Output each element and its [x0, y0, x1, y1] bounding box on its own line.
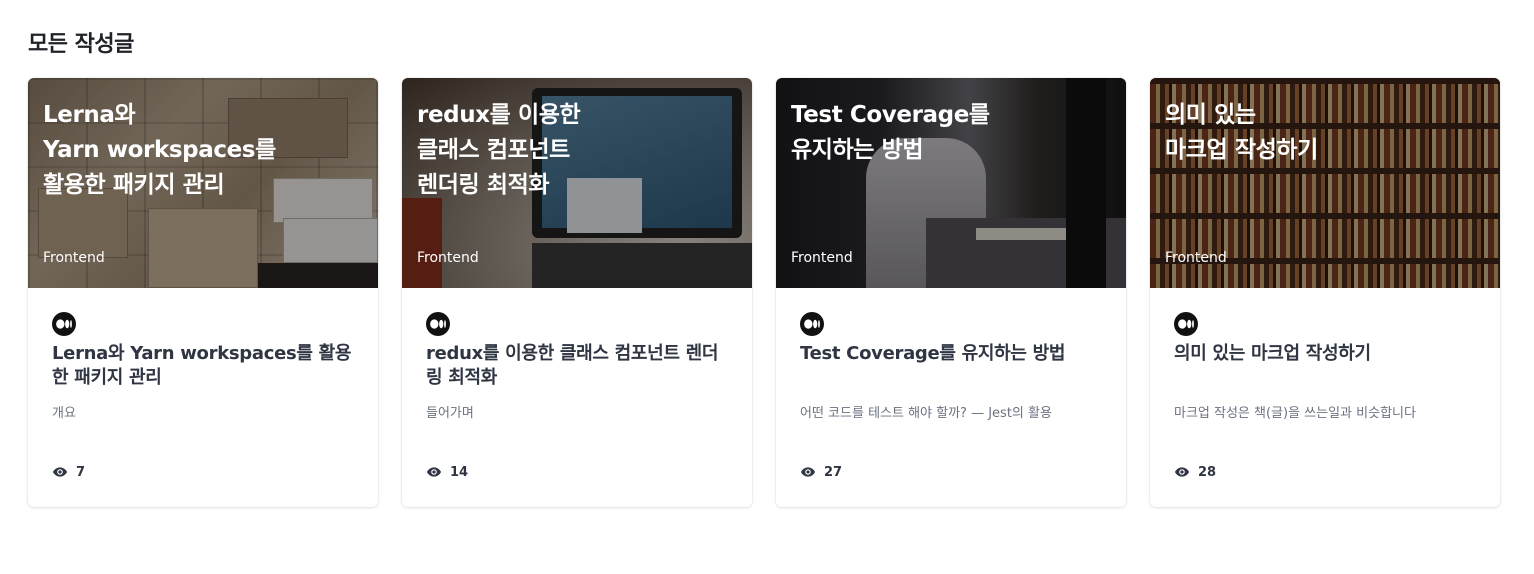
- view-count: 27: [800, 464, 842, 480]
- post-thumbnail[interactable]: Lerna와 Yarn workspaces를 활용한 패키지 관리 Front…: [28, 78, 378, 288]
- thumbnail-title: 의미 있는 마크업 작성하기: [1165, 102, 1318, 163]
- post-title[interactable]: 의미 있는 마크업 작성하기: [1174, 342, 1476, 366]
- post-card[interactable]: 의미 있는 마크업 작성하기 Frontend 의미 있는 마크업 작성하기 마…: [1150, 78, 1500, 507]
- view-count: 7: [52, 464, 85, 480]
- view-count: 28: [1174, 464, 1216, 480]
- category-label: Frontend: [417, 250, 479, 266]
- post-thumbnail[interactable]: redux를 이용한 클래스 컴포넌트 렌더링 최적화 Frontend: [402, 78, 752, 288]
- section-title: 모든 작성글: [28, 32, 134, 57]
- thumbnail-title: redux를 이용한 클래스 컴포넌트 렌더링 최적화: [417, 102, 581, 198]
- post-title[interactable]: Test Coverage를 유지하는 방법: [800, 342, 1102, 366]
- medium-logo-icon: [52, 312, 76, 336]
- post-card[interactable]: redux를 이용한 클래스 컴포넌트 렌더링 최적화 Frontend red…: [402, 78, 752, 507]
- card-body: redux를 이용한 클래스 컴포넌트 렌더링 최적화 들어가며 14: [402, 288, 752, 507]
- eye-icon: [1175, 467, 1189, 477]
- eye-icon: [427, 467, 441, 477]
- eye-icon: [801, 467, 815, 477]
- eye-icon: [53, 467, 67, 477]
- view-count: 14: [426, 464, 468, 480]
- category-label: Frontend: [791, 250, 853, 266]
- post-title[interactable]: Lerna와 Yarn workspaces를 활용한 패키지 관리: [52, 342, 354, 390]
- card-body: Test Coverage를 유지하는 방법 어떤 코드를 테스트 해야 할까?…: [776, 288, 1126, 507]
- post-excerpt: 개요: [52, 406, 76, 421]
- thumbnail-title: Lerna와 Yarn workspaces를 활용한 패키지 관리: [43, 102, 276, 198]
- page: 모든 작성글 Lerna와 Yarn workspaces를 활용한 패키지 관…: [0, 0, 1534, 574]
- post-thumbnail[interactable]: Test Coverage를 유지하는 방법 Frontend: [776, 78, 1126, 288]
- thumbnail-title: Test Coverage를 유지하는 방법: [791, 102, 990, 163]
- post-card[interactable]: Test Coverage를 유지하는 방법 Frontend Test Cov…: [776, 78, 1126, 507]
- view-count-value: 28: [1198, 464, 1217, 480]
- card-body: Lerna와 Yarn workspaces를 활용한 패키지 관리 개요 7: [28, 288, 378, 507]
- view-count-value: 7: [76, 464, 86, 480]
- view-count-value: 27: [824, 464, 843, 480]
- post-grid: Lerna와 Yarn workspaces를 활용한 패키지 관리 Front…: [28, 78, 1500, 507]
- post-excerpt: 들어가며: [426, 406, 474, 421]
- view-count-value: 14: [450, 464, 469, 480]
- post-thumbnail[interactable]: 의미 있는 마크업 작성하기 Frontend: [1150, 78, 1500, 288]
- post-card[interactable]: Lerna와 Yarn workspaces를 활용한 패키지 관리 Front…: [28, 78, 378, 507]
- medium-logo-icon: [1174, 312, 1198, 336]
- category-label: Frontend: [43, 250, 105, 266]
- medium-logo-icon: [426, 312, 450, 336]
- post-excerpt: 어떤 코드를 테스트 해야 할까? — Jest의 활용: [800, 406, 1052, 421]
- medium-logo-icon: [800, 312, 824, 336]
- category-label: Frontend: [1165, 250, 1227, 266]
- post-excerpt: 마크업 작성은 책(글)을 쓰는일과 비슷합니다: [1174, 406, 1416, 421]
- card-body: 의미 있는 마크업 작성하기 마크업 작성은 책(글)을 쓰는일과 비슷합니다 …: [1150, 288, 1500, 507]
- post-title[interactable]: redux를 이용한 클래스 컴포넌트 렌더링 최적화: [426, 342, 728, 390]
